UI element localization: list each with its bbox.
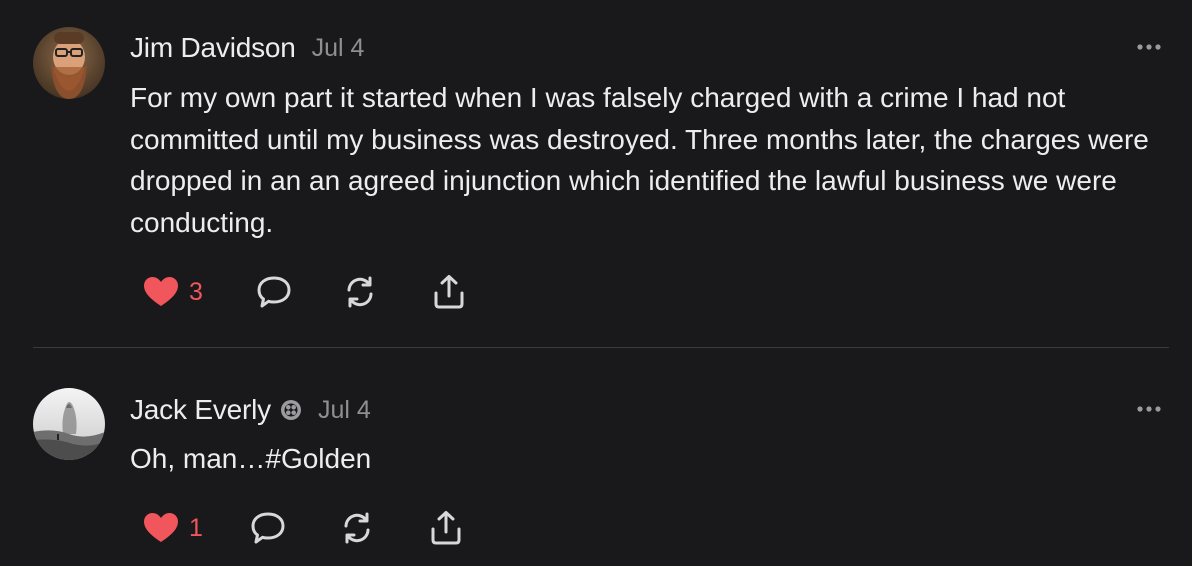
post-body: Oh, man…#Golden <box>130 443 372 474</box>
post-date: Jul 4 <box>311 33 365 62</box>
comment-bubble-icon <box>251 512 285 544</box>
author-line: Jack Everly Jul 4 <box>130 392 371 428</box>
avatar[interactable] <box>33 388 105 460</box>
author-line: Jim Davidson Jul 4 <box>130 30 364 66</box>
post-1: Jim Davidson Jul 4 For my own part it st… <box>0 0 1192 347</box>
post-date: Jul 4 <box>317 395 371 424</box>
share-button[interactable] <box>427 508 465 548</box>
repost-arrows-icon <box>344 512 370 544</box>
like-button[interactable]: 1 <box>143 508 203 548</box>
post-actions: 3 <box>143 272 483 312</box>
repost-button[interactable] <box>338 508 376 548</box>
reply-button[interactable] <box>255 272 293 312</box>
repost-button[interactable] <box>341 272 379 312</box>
like-count: 3 <box>189 277 203 306</box>
repost-arrows-icon <box>347 276 373 308</box>
heart-icon <box>144 513 178 542</box>
avatar-image <box>33 388 105 460</box>
comment-bubble-icon <box>257 276 291 308</box>
share-upload-icon <box>431 511 461 545</box>
post-body: For my own part it started when I was fa… <box>130 82 1149 238</box>
heart-icon <box>144 277 178 306</box>
share-button[interactable] <box>430 272 468 312</box>
badge-icon <box>280 400 301 420</box>
reply-button[interactable] <box>249 508 287 548</box>
share-upload-icon <box>434 275 464 309</box>
more-dots-icon[interactable] <box>1136 405 1162 413</box>
like-count: 1 <box>189 513 203 542</box>
avatar[interactable] <box>33 27 105 99</box>
more-dots-icon[interactable] <box>1136 43 1162 51</box>
like-button[interactable]: 3 <box>143 272 203 312</box>
avatar-image <box>33 27 105 99</box>
post-actions: 1 <box>143 508 483 548</box>
author-name[interactable]: Jack Everly <box>130 394 271 426</box>
post-2: Jack Everly Jul 4 Oh, man…#Golden 1 <box>0 348 1192 566</box>
author-name[interactable]: Jim Davidson <box>130 32 296 64</box>
